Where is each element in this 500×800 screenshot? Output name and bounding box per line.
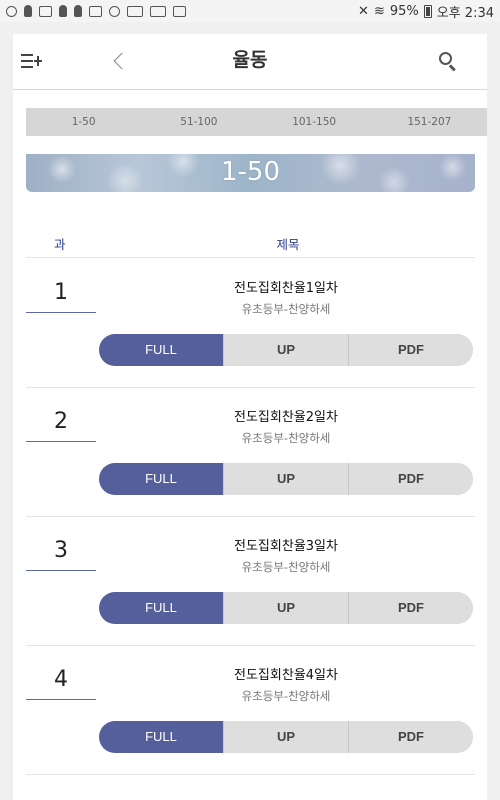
app-chip-icon [150, 5, 166, 17]
battery-icon [423, 4, 432, 18]
lesson-number: 4 [26, 664, 96, 700]
lesson-subtitle: 유초등부-찬양하세 [241, 689, 331, 703]
lesson-actions: FULL UP PDF [99, 592, 473, 624]
lesson-title: 전도집회찬율3일차 [234, 539, 338, 554]
app-chip-icon [127, 5, 143, 17]
lesson-subtitle: 유초등부-찬양하세 [241, 560, 331, 574]
column-headers: 과 제목 [26, 230, 475, 258]
person-icon [24, 5, 32, 17]
system-indicators: ✕ ≋ 95% 오후 2:34 [358, 2, 494, 21]
lesson-title: 전도집회찬율4일차 [234, 668, 338, 683]
up-button[interactable]: UP [223, 463, 348, 495]
battery-percent: 95% [389, 3, 419, 19]
back-chevron-icon[interactable] [112, 51, 126, 73]
status-bar: ✕ ≋ 95% 오후 2:34 [0, 0, 500, 22]
range-banner: 1-50 [26, 154, 475, 192]
up-button[interactable]: UP [223, 592, 348, 624]
sync-icon [109, 5, 120, 17]
person-icon [74, 5, 82, 17]
wifi-icon: ≋ [373, 3, 385, 19]
tab-range-101-150[interactable]: 101-150 [257, 108, 372, 136]
lesson-row: 1 전도집회찬율1일차 유초등부-찬양하세 FULL UP PDF [26, 259, 475, 388]
lesson-actions: FULL UP PDF [99, 334, 473, 366]
app-header: 율동 [13, 34, 487, 90]
full-button[interactable]: FULL [99, 463, 223, 495]
app-notification-icon [6, 5, 17, 17]
lesson-row: 4 전도집회찬율4일차 유초등부-찬양하세 FULL UP PDF [26, 646, 475, 775]
pdf-button[interactable]: PDF [348, 592, 473, 624]
lesson-title: 전도집회찬율1일차 [234, 281, 338, 296]
lesson-actions: FULL UP PDF [99, 721, 473, 753]
lesson-title: 전도집회찬율2일차 [234, 410, 338, 425]
tab-range-151-207[interactable]: 151-207 [372, 108, 487, 136]
up-button[interactable]: UP [223, 721, 348, 753]
tab-range-1-50[interactable]: 1-50 [26, 108, 141, 136]
banner-label: 1-50 [220, 157, 280, 187]
lesson-subtitle: 유초등부-찬양하세 [241, 431, 331, 445]
notification-icons [6, 5, 186, 17]
pdf-button[interactable]: PDF [348, 334, 473, 366]
lesson-subtitle: 유초등부-찬양하세 [241, 302, 331, 316]
full-button[interactable]: FULL [99, 592, 223, 624]
lesson-actions: FULL UP PDF [99, 463, 473, 495]
column-title-header: 제목 [276, 237, 300, 252]
up-button[interactable]: UP [223, 334, 348, 366]
lesson-row: 3 전도집회찬율3일차 유초등부-찬양하세 FULL UP PDF [26, 517, 475, 646]
main-card: 율동 1-50 51-100 101-150 151-207 1-50 과 제목… [13, 34, 487, 800]
lesson-row: 2 전도집회찬율2일차 유초등부-찬양하세 FULL UP PDF [26, 388, 475, 517]
playlist-add-icon[interactable] [21, 52, 43, 72]
full-button[interactable]: FULL [99, 721, 223, 753]
pdf-button[interactable]: PDF [348, 463, 473, 495]
range-tabs: 1-50 51-100 101-150 151-207 [26, 108, 487, 136]
full-button[interactable]: FULL [99, 334, 223, 366]
person-icon [59, 5, 67, 17]
cast-icon [39, 5, 52, 17]
lesson-number: 1 [26, 277, 96, 313]
check-app-icon [173, 5, 186, 17]
image-icon [89, 5, 102, 17]
page-title: 율동 [232, 49, 268, 71]
search-icon[interactable] [439, 52, 459, 72]
pdf-button[interactable]: PDF [348, 721, 473, 753]
tab-range-51-100[interactable]: 51-100 [141, 108, 256, 136]
mute-icon: ✕ [358, 3, 369, 19]
lesson-number: 3 [26, 535, 96, 571]
clock: 오후 2:34 [436, 5, 494, 21]
lesson-number: 2 [26, 406, 96, 442]
